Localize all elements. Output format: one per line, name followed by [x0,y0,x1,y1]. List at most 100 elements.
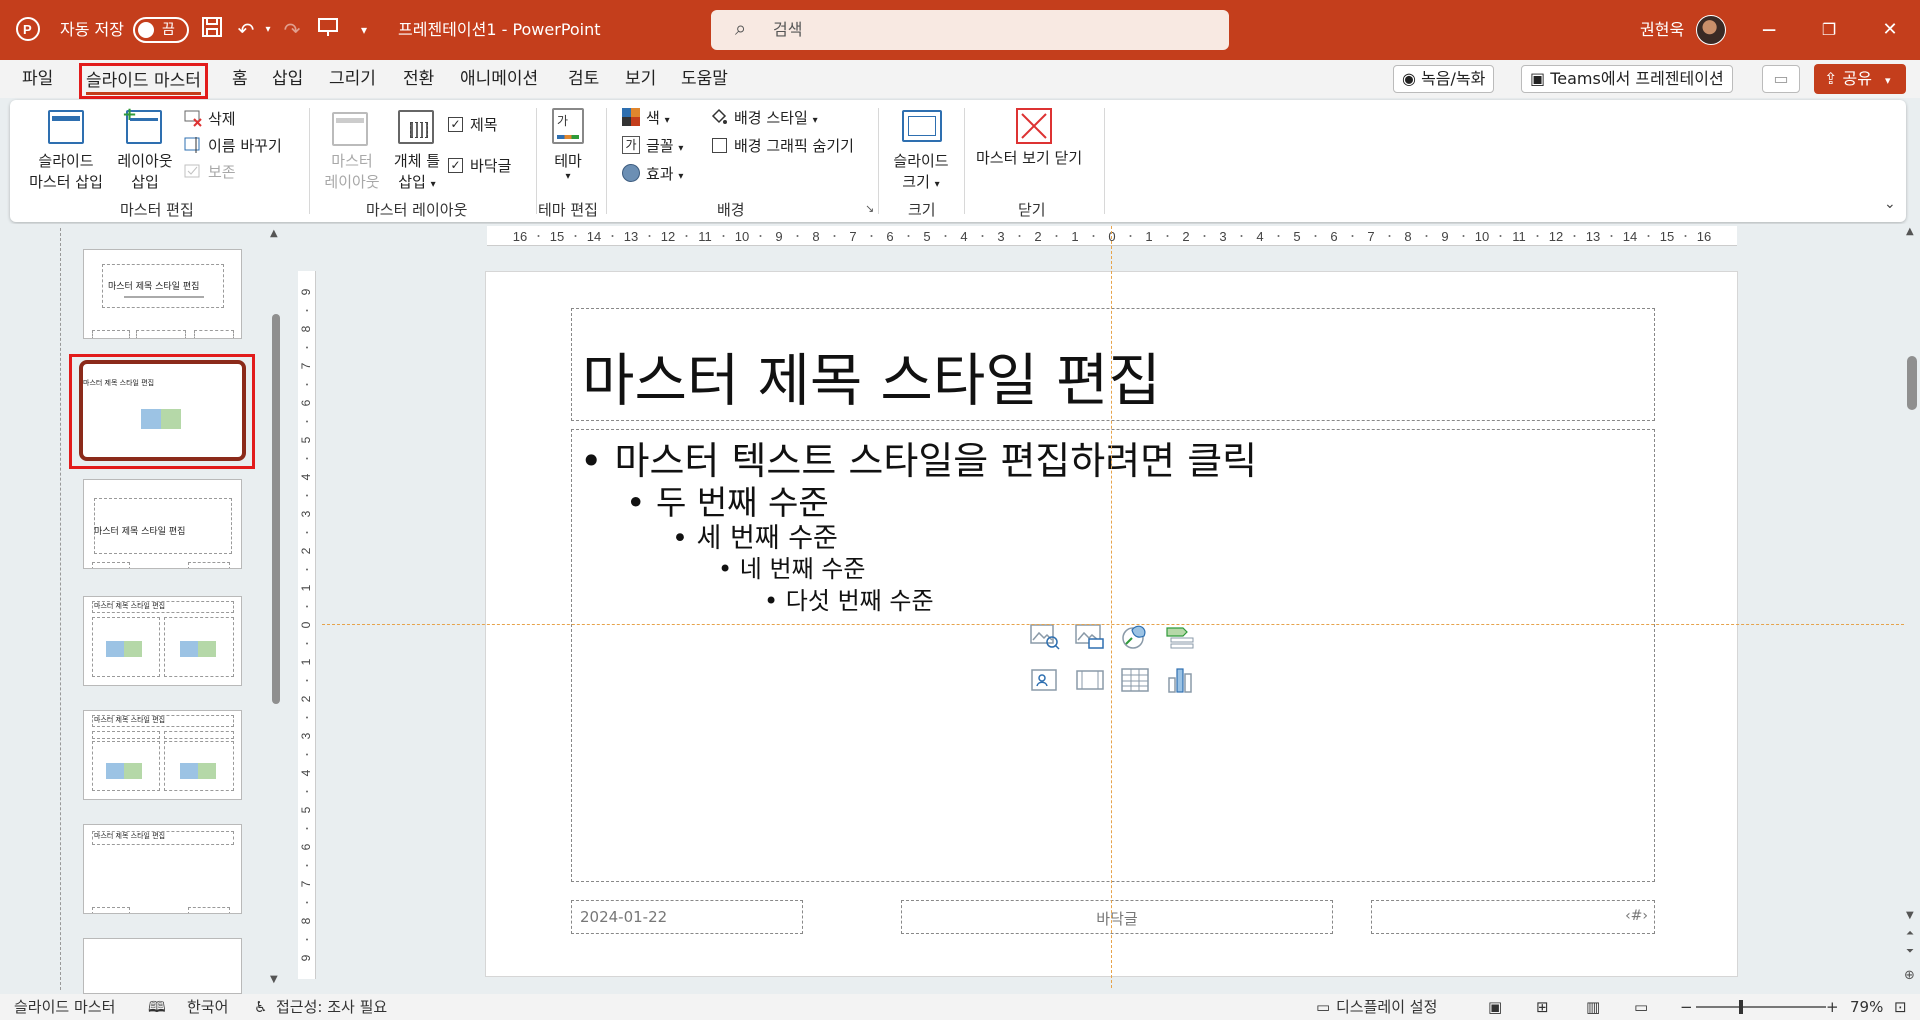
slide-sorter-icon[interactable]: ⊞ [1536,994,1549,1020]
restore-button[interactable]: ❐ [1801,0,1857,60]
ruler-tick-label: 6 [299,843,313,850]
zoom-slider-thumb[interactable] [1739,1000,1743,1014]
scroll-down-icon[interactable]: ▼ [1906,910,1914,921]
insert-video-icon[interactable] [1075,666,1105,694]
tab-slide-master[interactable]: 슬라이드 마스터 [79,63,208,99]
display-settings[interactable]: 디스플레이 설정 [1336,994,1437,1020]
accessibility-icon[interactable]: ♿︎ [254,994,267,1020]
slide-size-button[interactable]: 슬라이드 크기 ▾ [888,150,954,192]
bullet-level-5[interactable]: • 다섯 번째 수준 [764,581,934,616]
effects-button[interactable]: 효과 ▾ [646,163,683,184]
bullet-level-4[interactable]: • 네 번째 수준 [718,549,865,584]
tab-transitions[interactable]: 전환 [403,60,434,98]
horizontal-guide-line[interactable] [322,624,1904,625]
insert-chart-icon[interactable] [1165,666,1195,694]
preserve-button[interactable]: 보존 [208,161,236,182]
background-styles-button[interactable]: 배경 스타일 ▾ [734,107,818,128]
scroll-thumb[interactable] [272,314,280,704]
fit-slide-icon[interactable]: ⊕ [1904,968,1915,983]
reading-view-icon[interactable]: ▥ [1586,994,1600,1020]
user-name[interactable]: 권현욱 [1640,0,1684,60]
previous-slide-icon[interactable]: ⏶ [1906,928,1914,939]
tab-insert[interactable]: 삽입 [272,60,303,98]
display-settings-icon[interactable]: ▭ [1316,994,1330,1020]
footer-placeholder[interactable]: 바닥글 [901,900,1333,934]
spelling-check-icon[interactable]: 🕮 [148,994,166,1020]
redo-icon[interactable]: ↷ [278,16,306,44]
insert-placeholder-button[interactable]: 개체 틀 삽입 ▾ [384,150,450,192]
normal-view-icon[interactable]: ▣ [1488,994,1502,1020]
layout-thumbnail[interactable] [83,938,242,994]
customize-toolbar-icon[interactable]: ▾ [350,16,378,44]
layout-thumbnail[interactable]: 마스터 제목 스타일 편집 [83,596,242,686]
fit-to-window-icon[interactable]: ⊡ [1894,994,1907,1020]
accessibility-status[interactable]: 접근성: 조사 필요 [276,994,387,1020]
scroll-up-icon[interactable]: ▲ [1906,226,1914,237]
avatar[interactable] [1696,15,1726,45]
slide-number-placeholder[interactable]: ‹#› [1371,900,1655,934]
vertical-guide-line[interactable] [1111,226,1112,988]
layout-thumbnail[interactable]: 마스터 제목 스타일 편집 [83,479,242,569]
ruler-minor-tick [306,642,308,645]
share-button[interactable]: ⇪ 공유 ▾ [1814,64,1906,94]
ruler-tick-label: 1 [1145,229,1152,244]
scroll-down-icon[interactable]: ▼ [270,974,278,985]
thumbnail-scrollbar[interactable]: ▲ ▼ [268,224,284,994]
scroll-thumb[interactable] [1907,356,1917,410]
slideshow-view-icon[interactable]: ▭ [1634,994,1648,1020]
fonts-button[interactable]: 글꼴 ▾ [646,135,683,156]
colors-button[interactable]: 색 ▾ [646,107,670,128]
layout-thumbnail-selected[interactable]: 마스터 제목 스타일 편집 [79,360,246,461]
present-icon[interactable] [314,16,342,44]
zoom-out-icon[interactable]: − [1680,994,1693,1020]
master-title-text[interactable]: 마스터 제목 스타일 편집 [582,335,1161,417]
layout-thumbnail[interactable]: 마스터 제목 스타일 편집 [83,249,242,339]
slide-scrollbar[interactable]: ▲ ▼ ⏶ ⏷ ⊕ [1904,224,1920,994]
insert-slide-master-button[interactable]: 슬라이드 마스터 삽입 [26,150,106,192]
ruler-tick-label: 6 [886,229,893,244]
search-box[interactable]: ⌕ 검색 [711,10,1229,50]
theme-button[interactable]: 테마 ▾ [548,150,588,182]
date-placeholder[interactable]: 2024-01-22 [571,900,803,934]
save-icon[interactable] [198,16,226,44]
tab-review[interactable]: 검토 [568,60,599,98]
zoom-in-icon[interactable]: + [1826,994,1839,1020]
hide-background-graphics-checkbox[interactable] [712,138,727,153]
title-placeholder[interactable]: 마스터 제목 스타일 편집 [571,308,1655,421]
insert-cameo-icon[interactable] [1030,666,1060,694]
layout-thumbnail[interactable]: 마스터 제목 스타일 편집 [83,710,242,800]
dialog-launcher-icon[interactable]: ↘ [865,202,874,215]
master-layout-button[interactable]: 마스터 레이아웃 [322,150,382,192]
tab-animations[interactable]: 애니메이션 [460,60,538,98]
tab-help[interactable]: 도움말 [681,60,728,98]
insert-table-icon[interactable] [1120,666,1150,694]
rename-button[interactable]: 이름 바꾸기 [208,135,282,156]
layout-thumbnail[interactable]: 마스터 제목 스타일 편집 [83,824,242,914]
tab-file[interactable]: 파일 [22,60,53,98]
insert-online-picture-icon[interactable] [1075,622,1105,650]
next-slide-icon[interactable]: ⏷ [1906,946,1914,957]
close-master-view-button[interactable]: 마스터 보기 닫기 [976,147,1082,168]
content-placeholder[interactable]: • 마스터 텍스트 스타일을 편집하려면 클릭 • 두 번째 수준 • 세 번째… [571,429,1655,882]
teams-present-button[interactable]: ▣ Teams에서 프레젠테이션 [1521,65,1733,93]
tab-view[interactable]: 보기 [625,60,656,98]
insert-layout-button[interactable]: 레이아웃 삽입 [110,150,180,192]
zoom-slider[interactable] [1696,1000,1826,1014]
title-checkbox[interactable]: ✓ [448,117,463,132]
language-indicator[interactable]: 한국어 [187,994,228,1020]
minimize-button[interactable]: ─ [1741,0,1797,60]
scroll-up-icon[interactable]: ▲ [270,228,278,239]
insert-picture-icon[interactable] [1030,622,1060,650]
delete-button[interactable]: 삭제 [208,108,236,129]
zoom-level[interactable]: 79% [1850,994,1883,1020]
footer-checkbox[interactable]: ✓ [448,158,463,173]
tab-home[interactable]: 홈 [232,60,248,98]
tab-draw[interactable]: 그리기 [329,60,376,98]
comments-button[interactable]: ▭ [1762,65,1800,93]
record-button[interactable]: ◉ 녹음/녹화 [1393,65,1495,93]
autosave-toggle[interactable]: 끔 [133,17,189,43]
collapse-ribbon-icon[interactable]: ⌄ [1884,196,1896,212]
insert-icon-icon[interactable] [1120,622,1150,650]
insert-smartart-icon[interactable] [1165,622,1195,650]
close-button[interactable]: ✕ [1862,0,1918,60]
